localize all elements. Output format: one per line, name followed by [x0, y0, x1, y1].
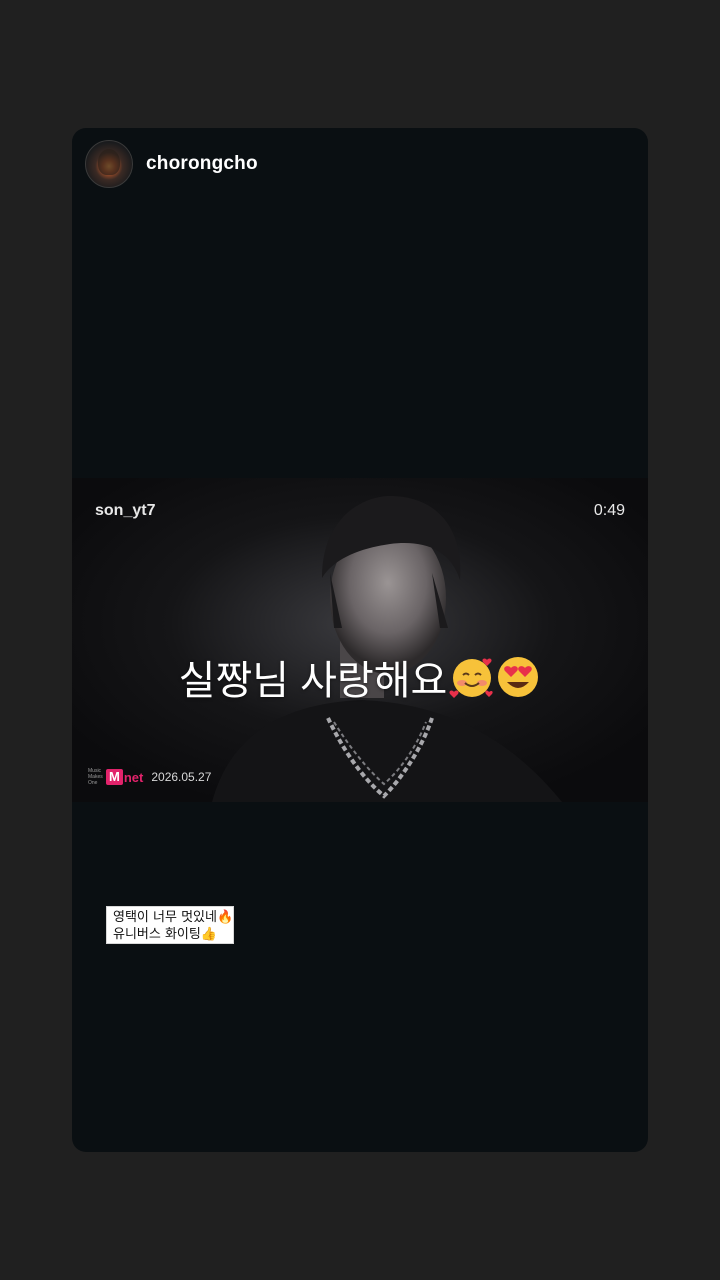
- video-frame-figure: [72, 478, 648, 802]
- mnet-logo: Mnet: [106, 769, 143, 785]
- avatar[interactable]: [85, 140, 133, 188]
- story-header: chorongcho: [85, 140, 258, 188]
- story-username[interactable]: chorongcho: [146, 153, 258, 175]
- mnet-logo-m: M: [106, 769, 123, 785]
- video-post[interactable]: son_yt7 0:49 실짱님 사랑해요 Music Makes One M …: [72, 478, 648, 802]
- video-username[interactable]: son_yt7: [95, 502, 155, 520]
- video-caption: 실짱님 사랑해요: [72, 648, 648, 710]
- sticker-line-1: 영택이 너무 멋있네🔥: [113, 910, 234, 925]
- broadcast-watermark: Music Makes One Mnet 2026.05.27: [88, 768, 211, 786]
- story-card: chorongcho son_yt7 0:49 실짱님 사랑해요 Music M…: [72, 128, 648, 1152]
- watermark-slogan: Music Makes One: [88, 768, 103, 786]
- heart-eyes-icon: [498, 657, 539, 697]
- sticker-line-2: 유니버스 화이팅👍: [113, 927, 218, 942]
- caption-emojis: [449, 654, 541, 710]
- smiling-face-with-hearts-icon: [449, 658, 494, 698]
- caption-text: 실짱님 사랑해요: [178, 659, 448, 703]
- mnet-logo-net: net: [123, 769, 144, 785]
- watermark-date: 2026.05.27: [151, 770, 212, 784]
- text-sticker[interactable]: 영택이 너무 멋있네🔥 유니버스 화이팅👍: [106, 906, 234, 944]
- video-duration: 0:49: [593, 502, 625, 519]
